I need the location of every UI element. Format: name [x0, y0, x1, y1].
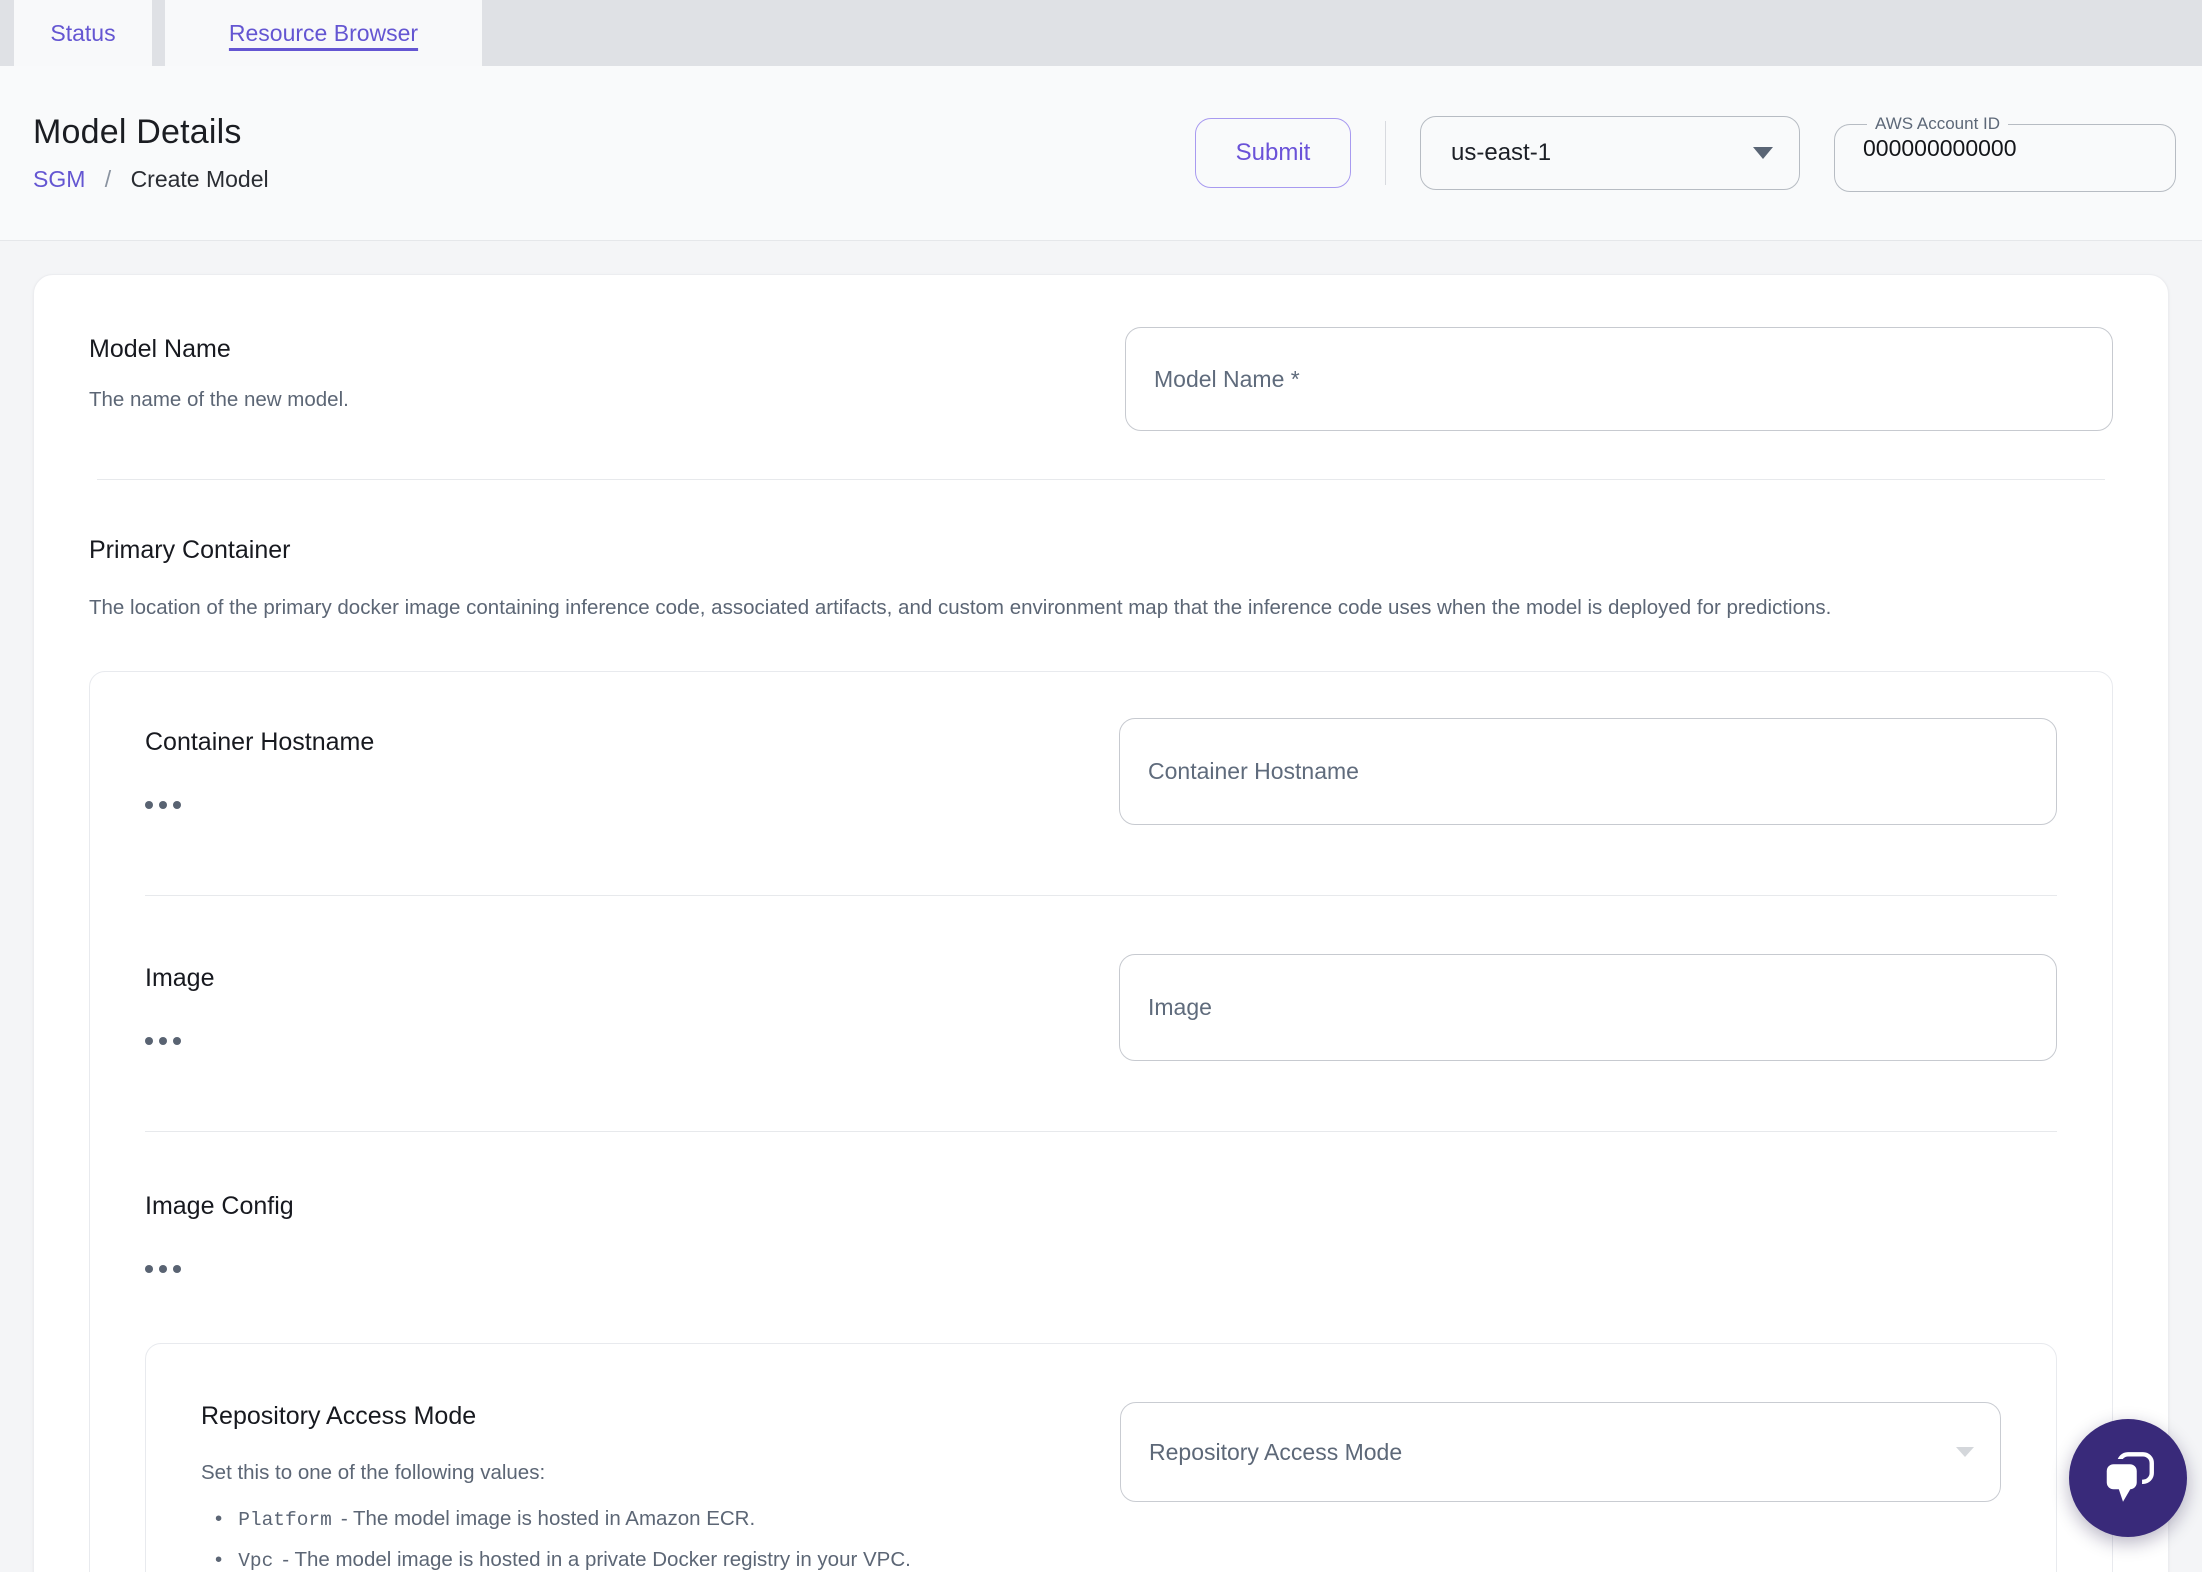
option-vpc-code: Vpc	[238, 1550, 274, 1572]
image-label: Image	[145, 964, 215, 992]
submit-button[interactable]: Submit	[1195, 118, 1351, 188]
image-input[interactable]	[1119, 954, 2057, 1061]
repository-access-mode-options-list: • Platform - The model image is hosted in …	[201, 1499, 911, 1572]
container-hostname-label: Container Hostname	[145, 728, 375, 756]
chat-launcher-button[interactable]	[2069, 1419, 2187, 1537]
title-block: Model Details SGM / Create Model	[33, 113, 269, 193]
primary-container-group: Container Hostname Image	[89, 671, 2113, 1572]
breadcrumb-current: Create Model	[130, 166, 269, 192]
container-hostname-input[interactable]	[1119, 718, 2057, 825]
aws-account-id-input[interactable]	[1861, 134, 2141, 163]
primary-container-label: Primary Container	[89, 536, 291, 564]
breadcrumb-root-link[interactable]: SGM	[33, 166, 85, 192]
container-hostname-text: Container Hostname	[145, 720, 374, 809]
more-ellipsis-icon[interactable]	[145, 801, 189, 809]
option-vpc: • Vpc - The model image is hosted in a pri…	[215, 1548, 911, 1572]
image-config-group: Repository Access Mode Set this to one o…	[145, 1343, 2057, 1572]
breadcrumb: SGM / Create Model	[33, 166, 269, 193]
repository-access-mode-select-placeholder: Repository Access Mode	[1149, 1438, 1403, 1465]
model-details-card: Model Name The name of the new model. Pr…	[33, 274, 2169, 1572]
tab-resource-browser-label: Resource Browser	[228, 19, 419, 46]
chat-icon	[2101, 1452, 2154, 1502]
field-divider	[145, 895, 2057, 896]
option-platform: • Platform - The model image is hosted in …	[215, 1507, 756, 1531]
repository-access-mode-text: Repository Access Mode Set this to one o…	[201, 1402, 911, 1572]
tab-status[interactable]: Status	[14, 0, 152, 66]
image-config-section: Image Config Repository Access Mode Set …	[145, 1192, 2057, 1572]
region-select[interactable]: us-east-1	[1420, 116, 1800, 190]
region-select-value: us-east-1	[1451, 139, 1552, 166]
model-name-input[interactable]	[1125, 327, 2113, 431]
primary-container-description: The location of the primary docker image…	[89, 596, 1832, 619]
image-text: Image	[145, 956, 214, 1045]
page-title: Model Details	[33, 113, 242, 151]
chevron-down-icon	[1956, 1447, 1974, 1457]
more-ellipsis-icon[interactable]	[145, 1265, 189, 1273]
model-name-label: Model Name	[89, 335, 231, 363]
aws-account-id-field: AWS Account ID	[1834, 114, 2176, 192]
image-row: Image	[145, 954, 2057, 1061]
more-ellipsis-icon[interactable]	[145, 1037, 189, 1045]
breadcrumb-separator: /	[104, 166, 112, 192]
header-divider	[1385, 121, 1386, 185]
tab-resource-browser[interactable]: Resource Browser	[165, 0, 482, 66]
section-divider	[97, 479, 2105, 480]
aws-account-id-label: AWS Account ID	[1875, 114, 2001, 133]
option-platform-text: - The model image is hosted in Amazon EC…	[340, 1507, 756, 1530]
app-window: Status Resource Browser Model Details SG…	[0, 0, 2202, 1572]
model-name-row: Model Name The name of the new model.	[89, 327, 2113, 431]
option-vpc-text: - The model image is hosted in a private…	[282, 1548, 911, 1571]
container-hostname-row: Container Hostname	[145, 718, 2057, 825]
option-platform-code: Platform	[238, 1509, 332, 1531]
dropdown-arrow-icon	[1753, 147, 1773, 159]
field-divider	[145, 1131, 2057, 1132]
page-header: Model Details SGM / Create Model Submit …	[0, 66, 2202, 241]
model-name-description: The name of the new model.	[89, 388, 349, 411]
image-config-label: Image Config	[145, 1192, 294, 1220]
repository-access-mode-description: Set this to one of the following values:	[201, 1461, 546, 1484]
model-name-text: Model Name The name of the new model.	[89, 335, 349, 412]
repository-access-mode-label: Repository Access Mode	[201, 1402, 477, 1430]
header-controls: Submit us-east-1 AWS Account ID	[1195, 114, 2176, 192]
tab-status-label: Status	[50, 19, 116, 46]
tab-bar: Status Resource Browser	[0, 0, 2202, 66]
page-body: Model Name The name of the new model. Pr…	[0, 241, 2202, 1572]
repository-access-mode-select[interactable]: Repository Access Mode	[1120, 1402, 2001, 1502]
